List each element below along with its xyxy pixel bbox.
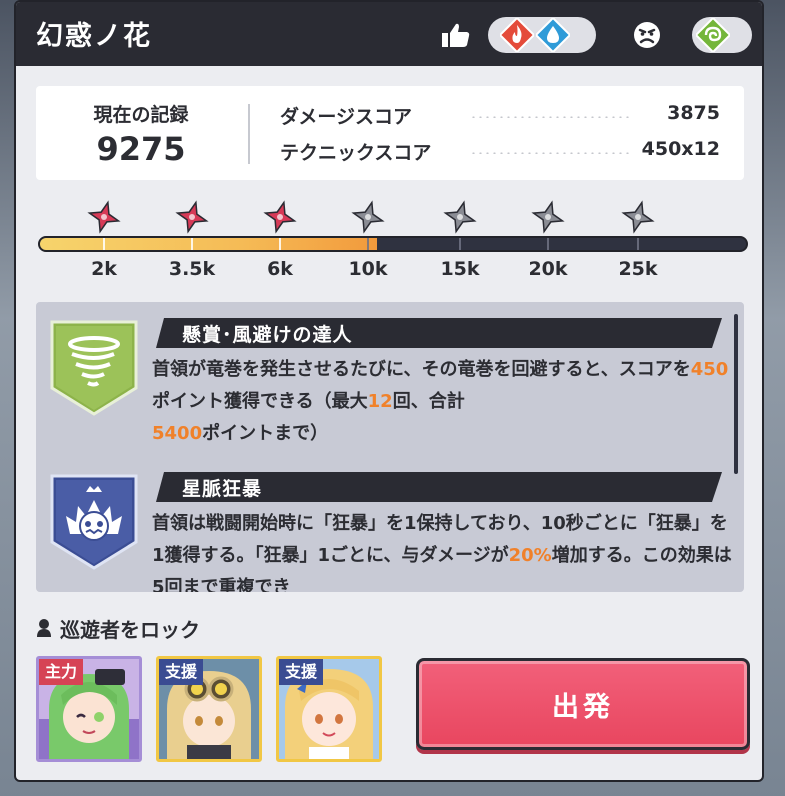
progress-bar (38, 236, 748, 252)
role-tag-support: 支援 (159, 659, 204, 685)
milestone-label: 2k (91, 258, 117, 280)
current-record-label: 現在の記録 (93, 104, 189, 126)
role-tag-main: 主力 (39, 659, 84, 685)
milestone-star-locked-icon (621, 200, 655, 234)
milestone-label: 6k (267, 258, 293, 280)
tornado-icon (50, 320, 138, 416)
team-slot-main[interactable]: 主力 (36, 656, 142, 762)
desc-highlight: 20% (508, 545, 552, 566)
dotted-leader (470, 116, 630, 118)
desc-text: 回、合計 (392, 391, 465, 412)
technique-score-value: 450x12 (641, 138, 720, 160)
current-record-value: 9275 (96, 130, 186, 168)
depart-button[interactable]: 出発 (416, 658, 750, 750)
technique-score-row: テクニックスコア 450x12 (280, 138, 720, 166)
desc-text: ポイント獲得できる（最大 (152, 391, 368, 412)
dislike-face-icon (634, 22, 660, 48)
milestone-label: 3.5k (168, 258, 216, 280)
record-card: 現在の記録 9275 ダメージスコア 3875 テクニックスコア 450x12 (36, 86, 744, 180)
milestone-label: 20k (528, 258, 568, 280)
milestone-tick (459, 238, 461, 250)
weakness-pill (488, 17, 596, 53)
progress-bar-fill (40, 238, 378, 250)
person-lock-icon (37, 619, 51, 637)
boss-title: 幻惑ノ花 (36, 21, 152, 52)
panel-header: 幻惑ノ花 (16, 2, 762, 66)
damage-score-value: 3875 (667, 102, 720, 124)
fire-element-icon (500, 18, 534, 52)
milestone-tick (367, 238, 369, 250)
milestone-tick (547, 238, 549, 250)
resistance-pill (692, 17, 752, 53)
milestone-star-achieved-icon (175, 200, 209, 234)
dotted-leader (470, 152, 630, 154)
milestone-tick (191, 238, 193, 250)
milestone-tick (103, 238, 105, 250)
team-slot-support-1[interactable]: 支援 (156, 656, 262, 762)
wind-element-icon (696, 18, 730, 52)
milestone-tick (279, 238, 281, 250)
bounty-description: 首領は戦闘開始時に「狂暴」を1保持しており、10秒ごとに「狂暴」を1獲得する。「… (152, 508, 732, 592)
bounty-item: 星脈狂暴 首領は戦闘開始時に「狂暴」を1保持しており、10秒ごとに「狂暴」を1獲… (36, 472, 736, 592)
desc-highlight: 12 (367, 391, 393, 412)
bounty-title: 星脈狂暴 (182, 478, 263, 500)
bounty-list[interactable]: 懸賞･風避けの達人 首領が竜巻を発生させるたびに、その竜巻を回避すると、スコアを… (36, 302, 744, 592)
technique-score-label: テクニックスコア (280, 142, 432, 164)
team-slot-support-2[interactable]: 支援 (276, 656, 382, 762)
bounty-panel: 幻惑ノ花 現在の記録 9275 ダメージスコア 3875 テクニックスコア 45… (14, 0, 764, 782)
desc-text: ポイントまで） (202, 423, 329, 444)
bounty-description: 首領が竜巻を発生させるたびに、その竜巻を回避すると、スコアを450 ポイント獲得で… (152, 354, 732, 450)
bounty-title: 懸賞･風避けの達人 (182, 324, 353, 346)
milestone-star-achieved-icon (87, 200, 121, 234)
milestone-label: 25k (618, 258, 658, 280)
milestone-star-locked-icon (351, 200, 385, 234)
berserk-monster-icon (50, 474, 138, 570)
desc-highlight: 5400 (152, 423, 203, 444)
record-divider (248, 104, 250, 164)
thumbs-up-icon (442, 23, 470, 47)
desc-text: 首領が竜巻を発生させるたびに、その竜巻を回避すると、スコアを (152, 359, 691, 380)
milestone-label: 10k (348, 258, 388, 280)
milestone-tick (637, 238, 639, 250)
damage-score-row: ダメージスコア 3875 (280, 102, 720, 130)
role-tag-support: 支援 (279, 659, 324, 685)
lock-traveler-label: 巡遊者をロック (60, 618, 200, 642)
milestone-star-locked-icon (443, 200, 477, 234)
desc-highlight: 450 (690, 359, 729, 380)
damage-score-label: ダメージスコア (280, 106, 413, 128)
water-element-icon (536, 18, 570, 52)
bounty-item: 懸賞･風避けの達人 首領が竜巻を発生させるたびに、その竜巻を回避すると、スコアを… (36, 318, 736, 468)
milestone-label: 15k (440, 258, 480, 280)
milestone-star-locked-icon (531, 200, 565, 234)
milestone-star-achieved-icon (263, 200, 297, 234)
